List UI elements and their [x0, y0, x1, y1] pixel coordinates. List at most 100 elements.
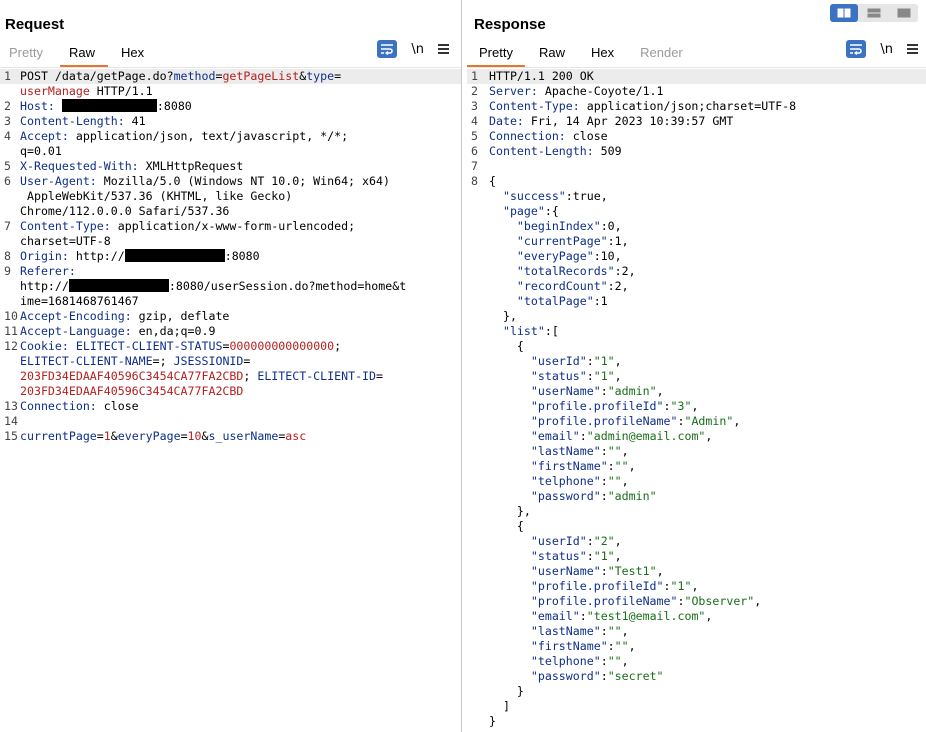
request-tab-hex[interactable]: Hex: [112, 41, 157, 65]
code-token: :2,: [614, 264, 636, 278]
code-token: "userId": [530, 534, 587, 548]
code-text: Accept: application/json, text/javascrip…: [20, 129, 348, 144]
code-token: "email": [530, 609, 580, 623]
code-line: 6 User-Agent: Mozilla/5.0 (Windows NT 10.…: [0, 174, 461, 189]
line-number: 3: [4, 114, 11, 128]
code-token: JSESSIONID: [173, 354, 244, 368]
stacked-icon[interactable]: [860, 4, 888, 22]
code-token: 1: [103, 429, 111, 443]
code-token: "3": [670, 399, 692, 413]
code-text: "currentPage":1,: [489, 234, 629, 249]
code-token: "lastName": [530, 444, 601, 458]
code-token: ,: [705, 609, 713, 623]
response-tab-pretty[interactable]: Pretty: [467, 41, 525, 67]
code-token: }: [489, 714, 496, 728]
code-token: ,: [621, 654, 629, 668]
code-token: :{: [544, 204, 559, 218]
code-text: Accept-Language: en,da;q=0.9: [20, 324, 215, 339]
wrap-lines-icon[interactable]: [377, 40, 398, 58]
code-text: {: [489, 519, 524, 534]
code-text: Accept-Encoding: gzip, deflate: [20, 309, 229, 324]
code-text: {: [489, 339, 524, 354]
code-token: :: [600, 384, 608, 398]
code-token: Content-Length:: [489, 144, 594, 158]
response-tab-render[interactable]: Render: [628, 41, 695, 65]
code-text: "userId":"1",: [489, 354, 622, 369]
code-line: "telphone":"",: [467, 654, 926, 669]
request-editor[interactable]: 1 POST /data/getPage.do?method = getPageLis…: [0, 67, 461, 732]
code-token: "": [607, 624, 622, 638]
code-line: 1 HTTP/1.1 200 OK: [467, 69, 926, 84]
request-tab-pretty[interactable]: Pretty: [0, 41, 56, 65]
code-token: ELITECT-CLIENT-ID: [257, 369, 377, 383]
code-token: :true,: [565, 189, 608, 203]
code-text: "email":"admin@email.com",: [489, 429, 713, 444]
newline-toggle-button[interactable]: \n: [411, 42, 424, 57]
code-token: "admin": [607, 384, 657, 398]
code-token: "list": [502, 324, 545, 338]
code-text: Content-Length: 509: [489, 144, 622, 159]
code-text: "userName":"admin",: [489, 384, 664, 399]
response-tab-hex[interactable]: Hex: [579, 41, 626, 65]
response-pane: Response Pretty Raw Hex Render \n 1 HTTP/…: [467, 0, 926, 732]
code-text: Content-Length: 41: [20, 114, 146, 129]
response-editor[interactable]: 1 HTTP/1.1 200 OK 2 Server: Apache-Coyote/1…: [467, 67, 926, 732]
code-token: :: [600, 669, 608, 683]
request-tab-raw[interactable]: Raw: [59, 41, 108, 67]
response-tab-raw[interactable]: Raw: [527, 41, 577, 65]
code-text: AppleWebKit/537.36 (KHTML, like Gecko): [20, 189, 292, 204]
response-title: Response: [474, 16, 546, 33]
code-token: "telphone": [530, 654, 601, 668]
menu-icon[interactable]: [438, 44, 449, 54]
code-token: "profile.profileName": [530, 414, 678, 428]
code-line: 2 Host: :8080: [0, 99, 461, 114]
code-text: "success":true,: [489, 189, 608, 204]
code-text: ]: [489, 699, 510, 714]
code-line: charset=UTF-8: [0, 234, 461, 249]
code-token: :0,: [600, 219, 622, 233]
code-line: 203FD34EDAAF40596C3454CA77FA2CBD: [0, 384, 461, 399]
code-text: "totalPage":1: [489, 294, 608, 309]
code-text: "profile.profileId":"1",: [489, 579, 699, 594]
code-line: "userId":"1",: [467, 354, 926, 369]
code-line: "recordCount":2,: [467, 279, 926, 294]
side-by-side-icon[interactable]: [830, 4, 858, 22]
code-line: 13 Connection: close: [0, 399, 461, 414]
code-text: Content-Type: application/json;charset=U…: [489, 99, 796, 114]
single-pane-icon[interactable]: [890, 4, 918, 22]
code-token: =: [180, 429, 188, 443]
code-line: "userId":"2",: [467, 534, 926, 549]
code-token: ,: [656, 564, 664, 578]
code-text: Host: :8080: [20, 99, 192, 114]
code-token: q=0.01: [20, 144, 62, 158]
code-text: }: [489, 684, 524, 699]
code-token: ELITECT-CLIENT-NAME: [20, 354, 153, 368]
view-layout-toggle: [830, 4, 918, 22]
menu-icon[interactable]: [907, 44, 918, 54]
code-token: "success": [502, 189, 566, 203]
code-token: Host:: [20, 99, 55, 113]
code-line: 4 Date: Fri, 14 Apr 2023 10:39:57 GMT: [467, 114, 926, 129]
code-line: Chrome/112.0.0.0 Safari/537.36: [0, 204, 461, 219]
line-number: 3: [471, 99, 478, 113]
code-line: "profile.profileName":"Observer",: [467, 594, 926, 609]
code-line: 5 Connection: close: [467, 129, 926, 144]
line-number: 7: [471, 159, 478, 173]
wrap-lines-icon[interactable]: [846, 40, 867, 58]
code-token: "beginIndex": [516, 219, 601, 233]
code-token: "everyPage": [516, 249, 594, 263]
newline-toggle-button[interactable]: \n: [880, 42, 893, 57]
code-line: http://:8080/userSession.do?method=home&…: [0, 279, 461, 294]
code-line: q=0.01: [0, 144, 461, 159]
code-text: X-Requested-With: XMLHttpRequest: [20, 159, 243, 174]
code-text: "userId":"2",: [489, 534, 622, 549]
code-text: "profile.profileName":"Observer",: [489, 594, 761, 609]
